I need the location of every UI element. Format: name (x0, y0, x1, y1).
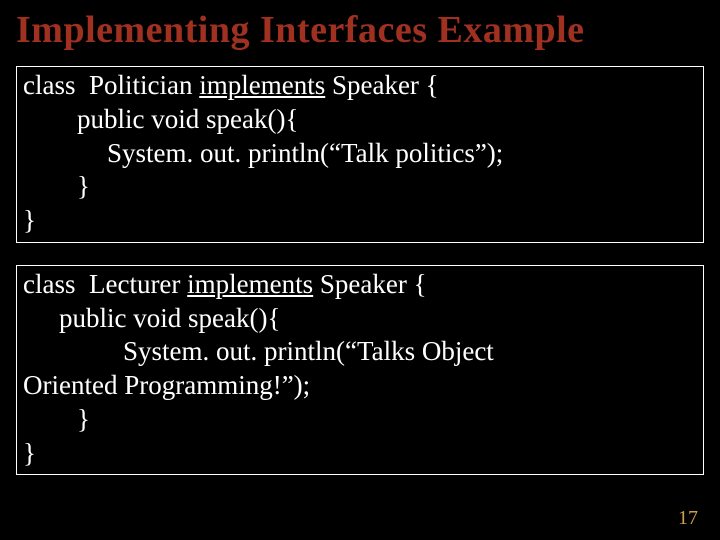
code-line: public void speak(){ (23, 103, 697, 137)
code-line: } (23, 170, 697, 204)
code-line: public void speak(){ (23, 302, 697, 336)
code-line: Oriented Programming!”); (23, 369, 697, 403)
code-line: class Lecturer implements Speaker { (23, 268, 697, 302)
code-line: } (23, 437, 697, 471)
page-number: 17 (678, 507, 698, 530)
code-line: System. out. println(“Talks Object (23, 335, 697, 369)
code-box-1: class Politician implements Speaker { pu… (16, 66, 704, 243)
code-box-2: class Lecturer implements Speaker { publ… (16, 265, 704, 476)
code-text: Speaker { (313, 269, 426, 299)
code-text: class Lecturer (23, 269, 187, 299)
keyword-implements: implements (187, 269, 313, 299)
code-line: } (23, 403, 697, 437)
code-line: System. out. println(“Talk politics”); (23, 137, 697, 171)
keyword-implements: implements (199, 70, 325, 100)
slide-title: Implementing Interfaces Example (16, 8, 704, 52)
code-text: Speaker { (325, 70, 438, 100)
slide: Implementing Interfaces Example class Po… (0, 0, 720, 475)
code-line: class Politician implements Speaker { (23, 69, 697, 103)
code-text: class Politician (23, 70, 199, 100)
code-line: } (23, 204, 697, 238)
